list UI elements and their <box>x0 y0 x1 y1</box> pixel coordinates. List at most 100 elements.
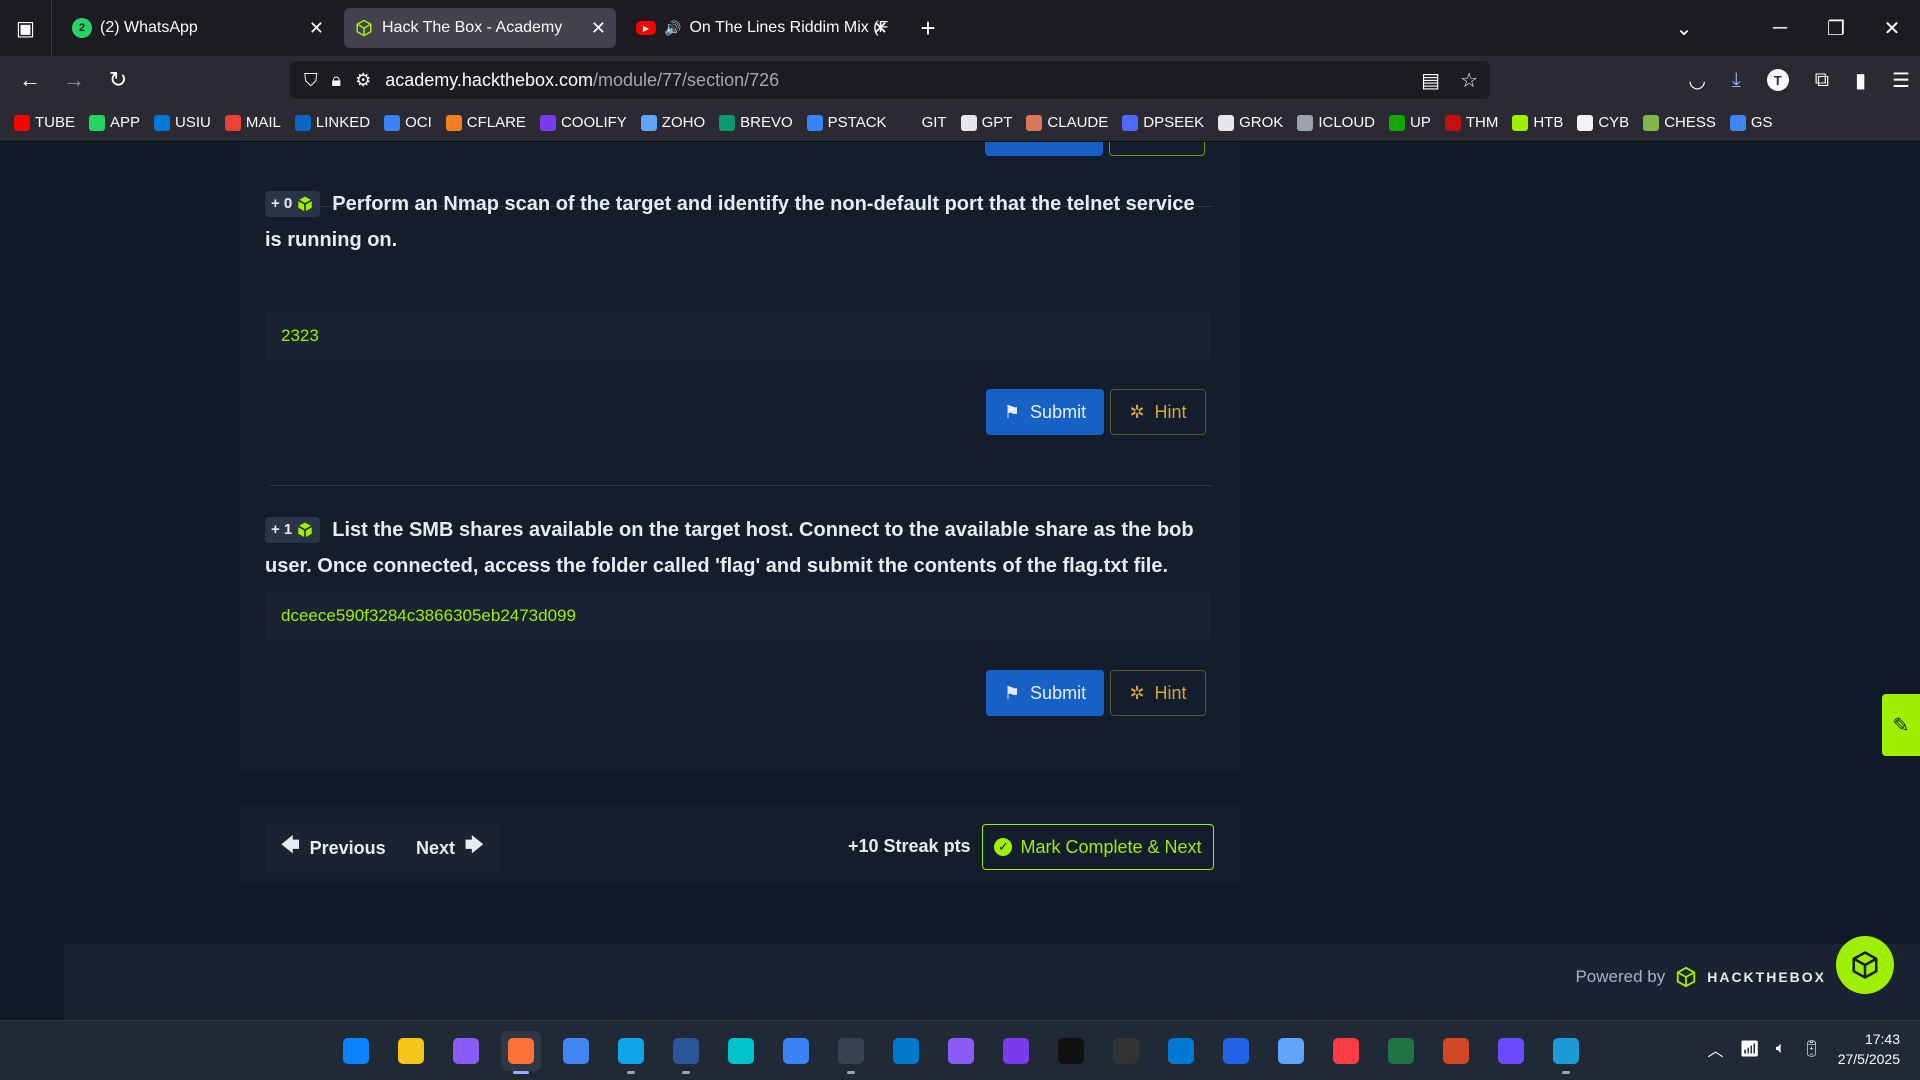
check-circle-icon: ✓ <box>994 838 1013 856</box>
word-icon[interactable] <box>666 1031 706 1074</box>
firefox-icon[interactable] <box>501 1031 541 1074</box>
capcut-icon[interactable] <box>1051 1031 1091 1071</box>
bookmark-brevo[interactable]: BREVO <box>719 114 793 131</box>
previous-hint-button[interactable] <box>1109 142 1205 156</box>
dpseek-icon <box>1122 114 1139 131</box>
canva-icon[interactable] <box>721 1031 761 1071</box>
vmware-icon[interactable] <box>1546 1031 1586 1074</box>
close-tab-icon[interactable]: ✕ <box>873 18 888 39</box>
close-tab-icon[interactable]: ✕ <box>309 18 324 39</box>
mark-complete-button[interactable]: ✓ Mark Complete & Next <box>982 824 1214 870</box>
bookmark-gs[interactable]: GS <box>1729 114 1773 131</box>
bookmark-tube[interactable]: TUBE <box>14 114 75 131</box>
academy-page: + 0 Perform an Nmap scan of the target a… <box>0 142 1920 1020</box>
bookmark-up[interactable]: UP <box>1389 114 1431 131</box>
bookmark-dpseek[interactable]: DPSEEK <box>1122 114 1204 131</box>
hint-button[interactable]: ✲ Hint <box>1110 389 1206 435</box>
submit-button[interactable]: ⚑ Submit <box>986 389 1104 435</box>
bookmark-mail[interactable]: MAIL <box>224 114 281 131</box>
file-explorer-icon[interactable] <box>391 1031 431 1071</box>
answer-input[interactable]: dceece590f3284c3866305eb2473d099 <box>265 592 1211 640</box>
previous-button[interactable]: 🡄 Previous <box>265 824 402 872</box>
chrome-icon[interactable] <box>556 1031 596 1071</box>
download-icon[interactable]: ⤓ <box>1732 69 1741 92</box>
submit-button[interactable]: ⚑ Submit <box>986 670 1104 716</box>
powerpoint-icon[interactable] <box>1436 1031 1476 1071</box>
next-button[interactable]: Next 🡆 <box>400 824 500 872</box>
obs-icon[interactable] <box>1106 1031 1146 1071</box>
tab-list-icon[interactable]: ▣ <box>0 0 52 56</box>
battery-icon[interactable]: 🔋︎ <box>1801 1039 1821 1059</box>
itunes-icon[interactable] <box>1326 1031 1366 1071</box>
bookmark-pstack[interactable]: PSTACK <box>806 114 887 131</box>
forward-arrow-icon[interactable]: → <box>52 67 96 93</box>
speaker-icon[interactable]: 🔊 <box>664 20 681 37</box>
restore-icon[interactable]: ❐ <box>1808 16 1864 41</box>
hackthebox-cube-icon <box>354 18 374 38</box>
bookmark-usiu[interactable]: USIU <box>154 114 211 131</box>
htb-assistant-button[interactable] <box>1836 936 1894 994</box>
hint-button[interactable]: ✲ Hint <box>1110 670 1206 716</box>
bookmark-claude[interactable]: CLAUDE <box>1026 114 1108 131</box>
bookmark-thm[interactable]: THM <box>1444 114 1498 131</box>
vscode-icon[interactable] <box>886 1031 926 1071</box>
obsidian-icon[interactable] <box>996 1031 1036 1071</box>
bookmark-app[interactable]: APP <box>89 114 140 131</box>
bookmark-star-icon[interactable]: ☆ <box>1460 68 1478 93</box>
todo-icon[interactable] <box>1216 1031 1256 1071</box>
volume-icon[interactable]: 🔈︎ <box>1776 1040 1786 1058</box>
terminal-icon[interactable] <box>831 1031 871 1074</box>
lock-icon[interactable]: 🔒︎ <box>332 70 342 91</box>
extensions-icon[interactable]: ⧉ <box>1815 69 1829 92</box>
bookmark-git[interactable]: GIT <box>900 114 947 131</box>
mail-icon[interactable] <box>1271 1031 1311 1071</box>
bookmark-cflare[interactable]: CFLARE <box>445 114 526 131</box>
reader-view-icon[interactable]: ▤ <box>1421 68 1440 93</box>
chevron-up-icon[interactable]: ︿ <box>1707 1037 1723 1061</box>
wifi-icon[interactable]: 📶︎ <box>1739 1039 1759 1059</box>
edge-icon[interactable] <box>611 1031 651 1074</box>
bookmark-htb[interactable]: HTB <box>1512 114 1563 131</box>
tab-whatsapp[interactable]: 2 (2) WhatsApp ✕ <box>62 8 334 48</box>
floppy-app-icon[interactable] <box>941 1031 981 1071</box>
new-tab-button[interactable]: + <box>912 13 944 44</box>
address-bar[interactable]: ⛉ 🔒︎ ⚙ academy.hackthebox.com/module/77/… <box>290 61 1490 99</box>
minimize-icon[interactable]: ─ <box>1752 17 1808 40</box>
question-text: + 0 Perform an Nmap scan of the target a… <box>265 186 1215 258</box>
start-icon[interactable] <box>336 1031 376 1071</box>
bookmark-chess[interactable]: CHESS <box>1643 114 1716 131</box>
reload-icon[interactable]: ↻ <box>96 67 140 93</box>
bookmark-cyb[interactable]: CYB <box>1577 114 1629 131</box>
notepad-icon[interactable] <box>776 1031 816 1071</box>
pocket-icon[interactable]: ◡ <box>1688 68 1705 93</box>
window-controls: ⌄ ─ ❐ ✕ <box>1656 0 1920 56</box>
notes-tab[interactable]: ✎ <box>1882 694 1920 756</box>
clock[interactable]: 17:43 27/5/2025 <box>1838 1029 1900 1069</box>
bookmark-zoho[interactable]: ZOHO <box>640 114 705 131</box>
bookmark-coolify[interactable]: COOLIFY <box>539 114 627 131</box>
gpt-icon <box>960 114 977 131</box>
excel-icon[interactable] <box>1381 1031 1421 1071</box>
tab-overflow-chevron-icon[interactable]: ⌄ <box>1656 16 1712 41</box>
tab-youtube[interactable]: ▶ 🔊 On The Lines Riddim Mix (F ✕ <box>626 8 898 48</box>
sidebar-icon[interactable]: ▮ <box>1855 68 1866 93</box>
bookmark-gpt[interactable]: GPT <box>960 114 1012 131</box>
bookmark-icloud[interactable]: ICLOUD <box>1297 114 1375 131</box>
menu-icon[interactable]: ☰ <box>1892 68 1910 93</box>
mask-app-icon[interactable] <box>446 1031 486 1071</box>
tab-hackthebox[interactable]: Hack The Box - Academy ✕ <box>344 8 616 48</box>
account-icon[interactable]: T <box>1766 69 1789 91</box>
bookmark-oci[interactable]: OCI <box>384 114 432 131</box>
store-icon[interactable] <box>1161 1031 1201 1071</box>
proton-vpn-icon[interactable] <box>1491 1031 1531 1071</box>
previous-submit-button[interactable] <box>985 142 1103 156</box>
bookmark-linked[interactable]: LINKED <box>294 114 370 131</box>
back-arrow-icon[interactable]: ← <box>8 67 52 93</box>
shield-icon[interactable]: ⛉ <box>304 70 318 91</box>
close-tab-icon[interactable]: ✕ <box>591 18 606 39</box>
bookmark-grok[interactable]: GROK <box>1218 114 1283 131</box>
close-window-icon[interactable]: ✕ <box>1864 16 1920 41</box>
powerpoint-glyph <box>1443 1038 1469 1064</box>
answer-input[interactable]: 2323 <box>265 312 1211 360</box>
permissions-icon[interactable]: ⚙ <box>355 70 371 91</box>
